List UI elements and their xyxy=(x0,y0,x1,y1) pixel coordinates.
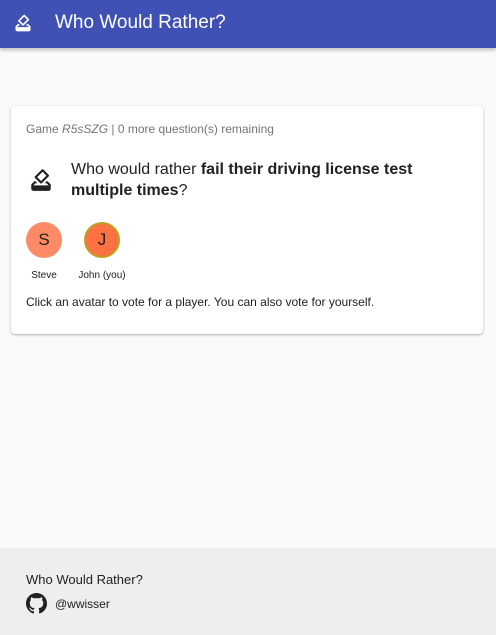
avatar-initial: S xyxy=(38,230,50,249)
app-root: Who Would Rather? Game R5sSZG | 0 more q… xyxy=(0,0,496,635)
game-code: R5sSZG xyxy=(62,122,109,136)
remaining-count: | 0 more question(s) remaining xyxy=(111,122,274,136)
game-meta: Game R5sSZG | 0 more question(s) remaini… xyxy=(26,122,274,136)
avatar-initial: J xyxy=(97,230,107,249)
question-text: Who would rather fail their driving lice… xyxy=(71,159,461,201)
player-john[interactable]: J John (you) xyxy=(72,222,132,281)
avatar-steve[interactable]: S xyxy=(26,222,62,258)
app-bar: Who Would Rather? xyxy=(0,0,496,48)
github-icon[interactable] xyxy=(26,593,47,614)
ballot-icon xyxy=(31,169,51,191)
github-handle-link[interactable]: @wwisser xyxy=(55,597,110,611)
player-steve[interactable]: S Steve xyxy=(14,222,74,281)
question-prefix: Who would rather xyxy=(71,161,197,178)
app-title: Who Would Rather? xyxy=(55,12,226,33)
question-suffix: ? xyxy=(178,182,188,199)
question-card: Game R5sSZG | 0 more question(s) remaini… xyxy=(11,106,483,334)
game-label: Game xyxy=(26,122,59,136)
ballot-icon xyxy=(15,14,31,32)
footer-title: Who Would Rather? xyxy=(26,572,143,587)
avatar-john[interactable]: J xyxy=(84,222,120,258)
footer: Who Would Rather? @wwisser xyxy=(0,548,496,635)
player-name: John (you) xyxy=(78,270,126,281)
player-name: Steve xyxy=(31,270,57,281)
vote-hint: Click an avatar to vote for a player. Yo… xyxy=(26,295,375,309)
